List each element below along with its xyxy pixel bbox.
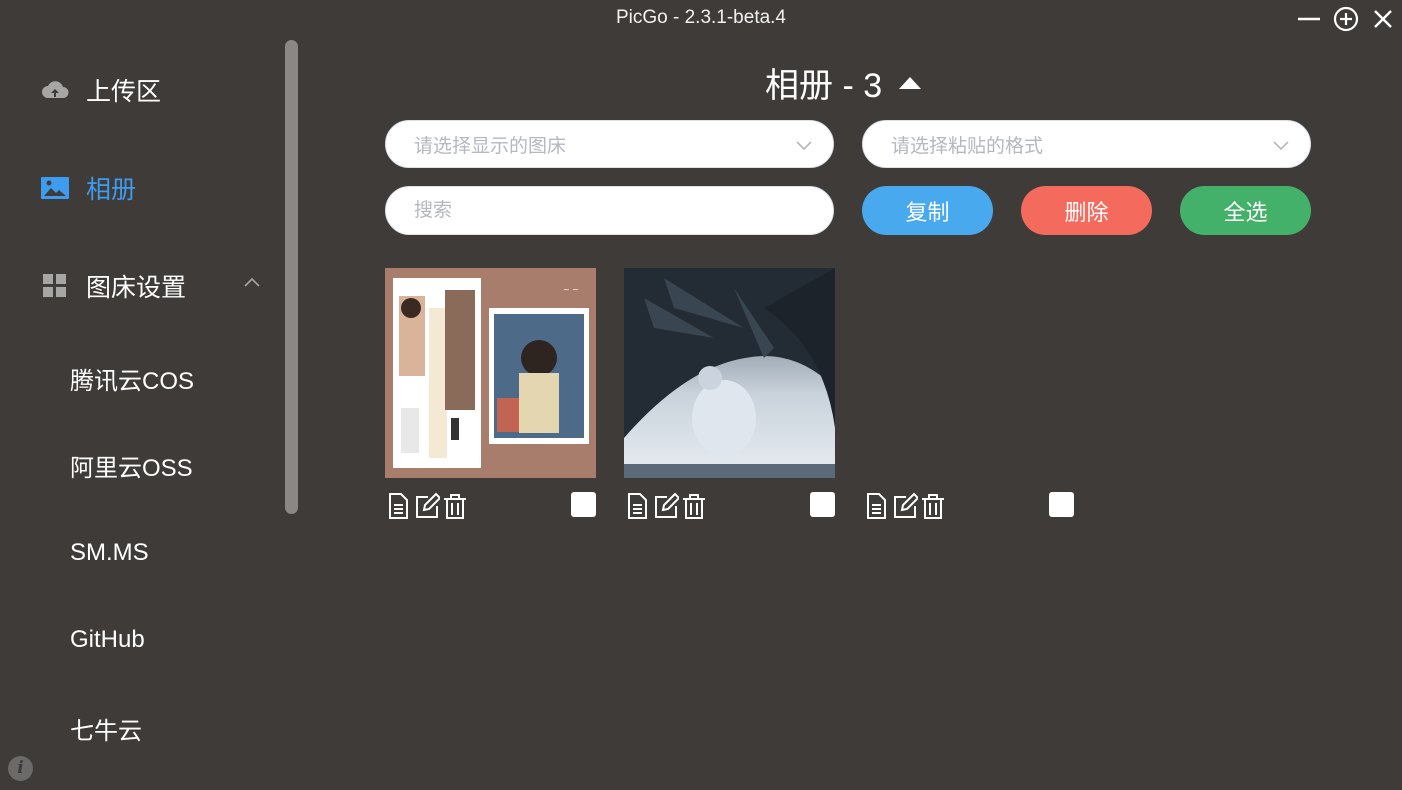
gallery-thumbnail-wings[interactable] [624,268,835,478]
gallery-thumbnail-broken[interactable] [863,268,1074,478]
format-select[interactable]: 请选择粘贴的格式 [862,120,1311,168]
chevron-down-icon [1273,141,1289,151]
search-input[interactable] [385,186,834,235]
edit-icon[interactable] [892,492,918,520]
select-checkbox[interactable] [571,492,596,517]
gallery-item [624,268,835,519]
sidebar-item-label: 上传区 [86,78,162,106]
edit-icon[interactable] [414,492,440,520]
picgo-window: PicGo - 2.3.1-beta.4 上传区 相册 图床设置 腾讯云COS … [0,0,1402,790]
sidebar-item-aliyun-oss[interactable]: 阿里云OSS [70,445,193,485]
document-icon[interactable] [624,492,650,520]
gallery-item-actions [385,492,596,522]
trash-icon[interactable] [681,492,707,520]
delete-button[interactable]: 删除 [1021,186,1152,235]
gallery-item-actions [624,492,835,522]
copy-button[interactable]: 复制 [862,186,993,235]
window-title: PicGo - 2.3.1-beta.4 [615,7,787,28]
select-all-button[interactable]: 全选 [1180,186,1311,235]
picbed-select[interactable]: 请选择显示的图床 [385,120,834,168]
document-icon[interactable] [863,492,889,520]
picbed-select-placeholder: 请选择显示的图床 [414,135,567,157]
close-icon[interactable] [1370,6,1396,32]
edit-icon[interactable] [653,492,679,520]
format-select-placeholder: 请选择粘贴的格式 [891,135,1044,157]
minimize-icon[interactable] [1296,6,1322,32]
chevron-down-icon [796,141,812,151]
gallery-item: ~ ~ [385,268,596,519]
sidebar-item-upload[interactable]: 上传区 [40,70,161,110]
grid-icon [40,271,70,301]
select-checkbox[interactable] [1049,492,1074,517]
trash-icon[interactable] [442,492,468,520]
info-icon[interactable]: i [8,756,33,781]
trash-icon[interactable] [920,492,946,520]
sidebar-item-label: 相册 [86,176,137,204]
sidebar-item-picbed-settings[interactable]: 图床设置 [40,266,186,306]
sidebar-item-qiniu[interactable]: 七牛云 [70,708,142,748]
sidebar-item-smms[interactable]: SM.MS [70,533,149,573]
caret-up-icon[interactable] [898,75,922,91]
gallery-thumbnail-outfit[interactable]: ~ ~ [385,268,596,478]
maximize-icon[interactable] [1333,6,1359,32]
select-checkbox[interactable] [810,492,835,517]
thumbnail-signature: ~ ~ [563,285,579,294]
cloud-upload-icon [40,75,70,105]
page-title: 相册 - 3 [765,67,883,105]
gallery-item [863,268,1074,519]
sidebar-item-label: 图床设置 [86,274,187,302]
gallery-title: 相册 - 3 [765,58,922,107]
sidebar: 上传区 相册 图床设置 腾讯云COS 阿里云OSS SM.MS GitHub 七… [0,38,300,790]
document-icon[interactable] [385,492,411,520]
gallery-item-actions [863,492,1074,522]
sidebar-scrollbar[interactable] [285,40,298,514]
sidebar-item-github[interactable]: GitHub [70,620,145,660]
sidebar-item-tencent-cos[interactable]: 腾讯云COS [70,358,194,398]
chevron-up-icon[interactable] [242,272,262,292]
title-bar: PicGo - 2.3.1-beta.4 [0,0,1402,38]
sidebar-item-gallery[interactable]: 相册 [40,168,136,208]
image-icon [40,173,70,203]
